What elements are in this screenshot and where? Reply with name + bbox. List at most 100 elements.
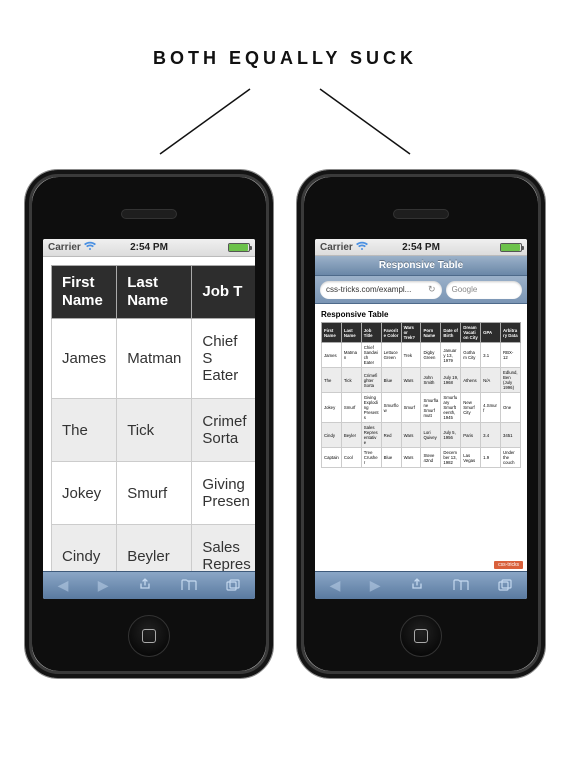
search-field[interactable]: Google [446, 281, 522, 299]
table-cell: New Smurf City [461, 393, 481, 423]
table-cell: Beyler [341, 423, 361, 448]
table-cell: July 19, 1968 [441, 368, 461, 393]
url-field[interactable]: css-tricks.com/exampl... ↻ [320, 281, 442, 299]
data-table-small: First NameLast NameJob TitleFavorite Col… [321, 322, 521, 468]
table-cell: Smurf [117, 462, 192, 525]
table-cell: Tick [117, 399, 192, 462]
screen-right: Carrier 2:54 PM Responsive Table css-tri… [315, 239, 527, 599]
table-cell: GivingPresen [192, 462, 255, 525]
home-button[interactable] [400, 615, 442, 657]
table-header-cell: Arbitrary Data [501, 323, 521, 343]
webview-left[interactable]: FirstName LastName Job T JamesMatmanChie… [43, 257, 255, 571]
table-cell: One [501, 393, 521, 423]
table-cell: Wars [401, 448, 421, 468]
phone-right: Carrier 2:54 PM Responsive Table css-tri… [296, 169, 546, 679]
battery-icon [500, 243, 522, 252]
table-cell: Smurflow [381, 393, 401, 423]
back-icon[interactable]: ◀ [58, 577, 69, 594]
table-cell: 1.9 [481, 448, 501, 468]
back-icon[interactable]: ◀ [330, 577, 341, 594]
status-bar: Carrier 2:54 PM [43, 239, 255, 257]
table-cell: Tree Crusher [361, 448, 381, 468]
page-heading: Responsive Table [321, 310, 521, 319]
table-cell: 3.4 [481, 423, 501, 448]
table-row: JamesMatmanChief SEater [52, 319, 256, 399]
table-cell: N/A [481, 368, 501, 393]
table-cell: Trek [401, 343, 421, 368]
bookmarks-icon[interactable] [453, 578, 469, 594]
table-cell: The [52, 399, 117, 462]
table-header-cell: First Name [322, 323, 342, 343]
status-bar: Carrier 2:54 PM [315, 239, 527, 256]
forward-icon[interactable]: ▶ [370, 577, 381, 594]
site-badge: css-tricks [494, 561, 523, 569]
tabs-icon[interactable] [226, 578, 240, 594]
table-cell: Beyler [117, 525, 192, 572]
reload-icon[interactable]: ↻ [428, 284, 436, 295]
table-cell: Smurf [341, 393, 361, 423]
table-header-row: First NameLast NameJob TitleFavorite Col… [322, 323, 521, 343]
table-row: TheTickCrimefSorta [52, 399, 256, 462]
earpiece [121, 209, 177, 219]
table-cell: Jokey [322, 393, 342, 423]
share-icon[interactable] [410, 577, 424, 594]
diagram-arrows [0, 69, 570, 159]
table-cell: July 5, 1956 [441, 423, 461, 448]
home-button[interactable] [128, 615, 170, 657]
table-cell: Red [381, 423, 401, 448]
table-cell: 3451 [501, 423, 521, 448]
safari-toolbar: ◀ ▶ [43, 571, 255, 599]
table-cell: Matman [341, 343, 361, 368]
table-cell: Lori Quivey [421, 423, 441, 448]
table-cell: Gotham City [461, 343, 481, 368]
col-last-name: LastName [117, 266, 192, 319]
table-cell: RBX-12 [501, 343, 521, 368]
table-cell: Lettuce Green [381, 343, 401, 368]
tabs-icon[interactable] [498, 578, 512, 594]
earpiece [393, 209, 449, 219]
clock: 2:54 PM [402, 242, 440, 253]
table-cell: John Smith [421, 368, 441, 393]
table-cell: Wars [401, 368, 421, 393]
table-cell: Smurf [401, 393, 421, 423]
table-cell: Sales Representative [361, 423, 381, 448]
table-row: JamesMatmanChief Sandwich EaterLettuce G… [322, 343, 521, 368]
table-header-cell: GPA [481, 323, 501, 343]
table-cell: Under the couch [501, 448, 521, 468]
forward-icon[interactable]: ▶ [98, 577, 109, 594]
table-cell: Paris [461, 423, 481, 448]
table-header-cell: Favorite Color [381, 323, 401, 343]
col-job-title: Job T [192, 266, 255, 319]
screen-left: Carrier 2:54 PM FirstName LastName Job [43, 239, 255, 599]
url-bar: css-tricks.com/exampl... ↻ Google [315, 276, 527, 304]
col-first-name: FirstName [52, 266, 117, 319]
table-cell: 4.Smurf [481, 393, 501, 423]
table-cell: Giving Exploding Presents [361, 393, 381, 423]
table-header-cell: Date of Birth [441, 323, 461, 343]
table-cell: Blue [381, 368, 401, 393]
table-cell: The [322, 368, 342, 393]
table-cell: CrimefSorta [192, 399, 255, 462]
table-cell: Smurflane Smurfmutt [421, 393, 441, 423]
wifi-icon [84, 241, 96, 254]
webview-right[interactable]: Responsive Table First NameLast NameJob … [315, 304, 527, 571]
carrier-label: Carrier [320, 242, 353, 253]
table-cell: January 13, 1979 [441, 343, 461, 368]
table-header-cell: Last Name [341, 323, 361, 343]
table-cell: Chief Sandwich Eater [361, 343, 381, 368]
table-cell: Crimefighter Sorta [361, 368, 381, 393]
safari-toolbar: ◀ ▶ [315, 571, 527, 599]
carrier-label: Carrier [48, 242, 81, 253]
table-header-cell: Job Title [361, 323, 381, 343]
table-cell: Edlund, Ben (July 1996) [501, 368, 521, 393]
share-icon[interactable] [138, 577, 152, 594]
battery-icon [228, 243, 250, 252]
table-cell: James [322, 343, 342, 368]
table-row: TheTickCrimefighter SortaBlueWarsJohn Sm… [322, 368, 521, 393]
table-cell: Chief SEater [192, 319, 255, 399]
table-row: CaptainCoolTree CrusherBlueWarsSteve 42n… [322, 448, 521, 468]
table-cell: Digby Green [421, 343, 441, 368]
bookmarks-icon[interactable] [181, 578, 197, 594]
table-cell: Wars [401, 423, 421, 448]
url-text: css-tricks.com/exampl... [326, 285, 411, 294]
